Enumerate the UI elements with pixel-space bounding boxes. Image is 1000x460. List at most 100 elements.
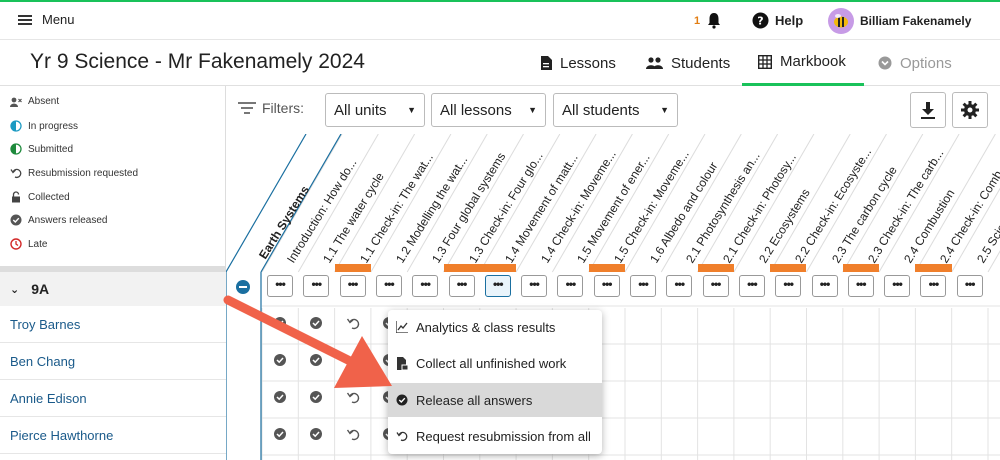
help-button[interactable]: ? Help <box>752 12 803 29</box>
legend-item-collected: Collected <box>10 191 70 203</box>
column-more-button[interactable]: ••• <box>811 275 838 297</box>
column-more-button[interactable]: ••• <box>666 275 693 297</box>
column-more-button[interactable]: ••• <box>920 275 947 297</box>
resubmit-icon[interactable] <box>346 353 360 367</box>
class-label: 9A <box>31 281 50 297</box>
menu-item-analytics[interactable]: Analytics & class results <box>388 310 602 344</box>
column-more-button[interactable]: ••• <box>956 275 983 297</box>
resubmit-icon[interactable] <box>346 316 360 330</box>
check-circle-icon <box>396 394 408 406</box>
markbook-grid: Earth Systems Introduction: How do... 1.1… <box>226 134 1000 460</box>
filters-label: Filters: <box>238 100 304 116</box>
column-more-button[interactable]: ••• <box>303 275 330 297</box>
column-more-button[interactable]: ••• <box>412 275 439 297</box>
class-row[interactable]: ⌄ 9A <box>0 266 226 306</box>
column-marker-bar <box>770 264 807 272</box>
column-marker-bar <box>334 264 371 272</box>
student-row[interactable]: Ben Chang <box>0 343 226 380</box>
column-more-button[interactable]: ••• <box>775 275 802 297</box>
column-marker-bar <box>443 264 480 272</box>
resubmit-icon[interactable] <box>346 390 360 404</box>
lessons-select[interactable]: All lessons ▼ <box>431 93 546 127</box>
legend-item-absent: Absent <box>10 96 59 107</box>
column-marker-bar <box>842 264 880 272</box>
tab-options[interactable]: Options <box>878 40 952 86</box>
caret-down-icon: ▼ <box>660 105 669 115</box>
column-more-button[interactable]: ••• <box>448 275 475 297</box>
check-icon[interactable] <box>273 316 287 330</box>
in-progress-icon <box>10 120 22 132</box>
column-marker-bar <box>697 264 734 272</box>
legend-item-in-progress: In progress <box>10 120 78 132</box>
user-menu[interactable]: Billiam Fakenamely <box>828 8 971 34</box>
student-row[interactable]: Troy Barnes <box>0 306 226 343</box>
bell-icon <box>708 13 721 29</box>
column-more-button[interactable]: ••• <box>521 275 548 297</box>
filter-icon <box>238 102 256 114</box>
column-marker-bar <box>915 264 952 272</box>
column-more-button[interactable]: ••• <box>557 275 584 297</box>
check-icon[interactable] <box>273 353 287 367</box>
column-more-button[interactable]: ••• <box>484 275 511 297</box>
menu-item-release-answers[interactable]: Release all answers <box>388 383 602 417</box>
svg-text:?: ? <box>757 15 763 28</box>
column-more-button[interactable]: ••• <box>630 275 656 297</box>
column-more-button[interactable]: ••• <box>884 275 911 297</box>
menu-button[interactable]: Menu <box>18 12 75 27</box>
column-more-button[interactable]: ••• <box>702 275 729 297</box>
column-marker-bar <box>479 264 517 272</box>
check-icon[interactable] <box>273 390 287 404</box>
help-icon: ? <box>752 12 769 29</box>
column-more-button[interactable]: ••• <box>593 275 620 297</box>
resubmit-icon <box>10 168 22 179</box>
student-roster: ⌄ 9A Troy Barnes Ben Chang Annie Edison … <box>0 266 226 460</box>
tab-label: Students <box>671 54 731 72</box>
column-more-button[interactable]: ••• <box>267 275 293 297</box>
document-icon <box>541 56 552 70</box>
minus-icon <box>239 286 247 288</box>
units-select[interactable]: All units ▼ <box>325 93 425 127</box>
column-marker-bar <box>588 264 625 272</box>
menu-item-request-resubmission[interactable]: Request resubmission from all <box>388 419 602 453</box>
bee-icon <box>834 14 848 28</box>
column-context-menu: Analytics & class results Collect all un… <box>388 310 602 454</box>
collapse-unit-button[interactable] <box>236 280 250 294</box>
legend-item-answers-released: Answers released <box>10 214 107 226</box>
settings-button[interactable] <box>952 92 988 128</box>
submitted-icon <box>10 143 22 155</box>
students-select[interactable]: All students ▼ <box>553 93 678 127</box>
gear-icon <box>961 101 979 119</box>
tab-lessons[interactable]: Lessons <box>540 40 616 86</box>
tab-label: Options <box>900 54 952 72</box>
column-more-button[interactable]: ••• <box>375 275 402 297</box>
page-title: Yr 9 Science - Mr Fakenamely 2024 <box>30 50 365 73</box>
status-legend: Absent In progress Submitted Resubmissio… <box>0 86 226 266</box>
tab-students[interactable]: Students <box>646 40 730 86</box>
resubmit-icon[interactable] <box>346 427 360 441</box>
column-more-button[interactable]: ••• <box>738 275 765 297</box>
people-icon <box>646 57 663 69</box>
tab-label: Lessons <box>560 54 616 72</box>
check-icon[interactable] <box>309 390 323 404</box>
download-icon <box>921 101 935 119</box>
tab-markbook[interactable]: Markbook <box>742 40 864 86</box>
hamburger-icon <box>18 14 32 25</box>
check-icon <box>10 214 22 226</box>
check-icon[interactable] <box>309 353 323 367</box>
notifications-button[interactable]: 1 <box>694 12 722 29</box>
download-button[interactable] <box>910 92 946 128</box>
menu-item-collect-all[interactable]: Collect all unfinished work <box>388 346 602 380</box>
column-more-button[interactable]: ••• <box>339 275 366 297</box>
check-icon[interactable] <box>273 427 287 441</box>
help-label: Help <box>775 13 804 28</box>
student-row[interactable]: Pierce Hawthorne <box>0 417 226 454</box>
check-icon[interactable] <box>309 316 323 330</box>
tab-label: Markbook <box>780 53 846 70</box>
check-icon[interactable] <box>309 427 323 441</box>
column-more-button[interactable]: ••• <box>847 275 874 297</box>
legend-item-late: Late <box>10 238 47 250</box>
student-row[interactable]: Annie Edison <box>0 380 226 417</box>
absent-icon <box>10 97 22 107</box>
file-lock-icon <box>397 356 408 370</box>
grid-icon <box>758 54 772 69</box>
